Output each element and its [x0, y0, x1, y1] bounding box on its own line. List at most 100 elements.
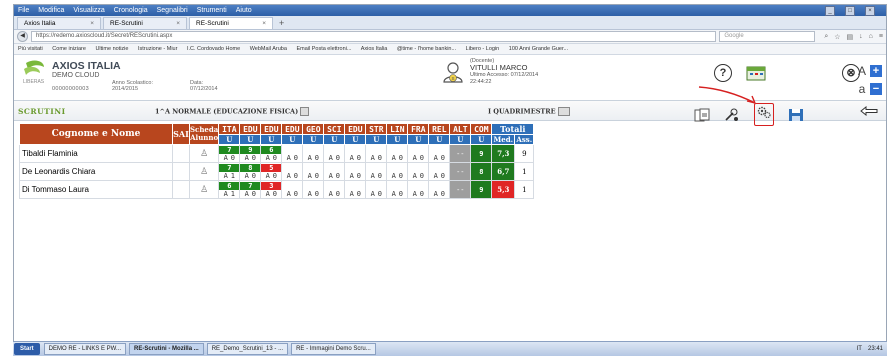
bookmark-item[interactable]: Istruzione - Miur — [138, 46, 177, 52]
search-icon[interactable]: ⌕ — [824, 33, 828, 41]
download-icon[interactable]: ↓ — [859, 33, 863, 41]
menu-cronologia[interactable]: Cronologia — [114, 7, 148, 14]
tab-re-scrutini-1[interactable]: RE-Scrutini × — [103, 17, 187, 29]
grade-cell[interactable]: A0 — [407, 144, 430, 163]
bookmark-item[interactable]: 100 Anni Grande Guer... — [509, 46, 568, 52]
grade-cell[interactable]: 3A0 — [260, 180, 283, 199]
grade-cell[interactable]: A0 — [302, 180, 325, 199]
grade-cell[interactable]: A0 — [323, 144, 346, 163]
col-subject[interactable]: LIN — [386, 123, 409, 135]
grade-cell[interactable]: A0 — [302, 162, 325, 181]
dropdown-icon[interactable] — [300, 107, 310, 116]
scheda-cell[interactable]: ♙ — [188, 144, 220, 163]
copy-doc-icon[interactable] — [694, 108, 710, 122]
grade-cell[interactable]: A0 — [428, 180, 451, 199]
menu-segnalibri[interactable]: Segnalibri — [157, 7, 188, 14]
col-subject[interactable]: GEO — [302, 123, 325, 135]
col-subject[interactable]: ALT — [449, 123, 472, 135]
student-card-icon[interactable]: ♙ — [200, 185, 208, 195]
maximize-button[interactable]: □ — [845, 6, 855, 16]
grade-cell[interactable]: 7A0 — [218, 144, 241, 163]
star-icon[interactable]: ☆ — [834, 33, 840, 41]
grade-cell[interactable]: A0 — [407, 162, 430, 181]
menu-icon[interactable]: ≡ — [879, 33, 883, 41]
grade-cell[interactable]: A0 — [428, 162, 451, 181]
help-icon[interactable]: ? — [714, 64, 732, 82]
grade-cell[interactable]: A0 — [365, 180, 388, 199]
grade-cell[interactable]: 6A1 — [218, 180, 241, 199]
grade-cell[interactable]: 5A0 — [260, 162, 283, 181]
tab-close-icon[interactable]: × — [176, 18, 180, 29]
search-input[interactable]: Google — [719, 31, 816, 42]
student-name[interactable]: Tibaldi Flaminia — [19, 144, 173, 163]
taskbar-item[interactable]: RE_Demo_Scrutini_13 - ... — [206, 343, 289, 355]
address-bar[interactable]: https://redemo.axioscloud.it/Secret/RESc… — [31, 31, 717, 42]
grade-cell[interactable]: A0 — [281, 180, 304, 199]
col-subject[interactable]: COM — [470, 123, 493, 135]
menu-aiuto[interactable]: Aiuto — [236, 7, 252, 14]
grade-cell[interactable]: 7A0 — [239, 180, 262, 199]
grade-cell[interactable]: A0 — [281, 162, 304, 181]
col-subject[interactable]: EDU — [239, 123, 262, 135]
student-name[interactable]: Di Tommaso Laura — [19, 180, 173, 199]
bookmarks-icon[interactable]: ▤ — [847, 33, 854, 41]
grade-cell[interactable]: A0 — [344, 144, 367, 163]
tab-axios-italia[interactable]: Axios Italia × — [17, 17, 101, 29]
col-subject[interactable]: EDU — [344, 123, 367, 135]
scheda-cell[interactable]: ♙ — [188, 162, 220, 181]
col-subject[interactable]: FRA — [407, 123, 430, 135]
grade-cell[interactable]: A0 — [386, 162, 409, 181]
new-tab-button[interactable]: + — [279, 18, 284, 29]
col-subject[interactable]: EDU — [260, 123, 283, 135]
minimize-button[interactable]: _ — [825, 6, 835, 16]
bookmark-item[interactable]: Ultime notizie — [95, 46, 128, 52]
class-selector[interactable]: 1^A NORMALE (EDUCAZIONE FISICA) — [155, 107, 310, 116]
col-subject[interactable]: ITA — [218, 123, 241, 135]
tab-close-icon[interactable]: × — [90, 18, 94, 29]
grade-cell[interactable]: A0 — [323, 162, 346, 181]
dropdown-icon[interactable] — [557, 107, 570, 116]
tab-re-scrutini-2[interactable]: RE-Scrutini × — [189, 17, 273, 29]
grade-cell[interactable]: A0 — [386, 180, 409, 199]
grade-cell[interactable]: 9A0 — [239, 144, 262, 163]
grade-cell[interactable]: A0 — [323, 180, 346, 199]
student-name[interactable]: De Leonardis Chiara — [19, 162, 173, 181]
back-arrow-icon[interactable] — [860, 106, 878, 116]
bookmark-item[interactable]: Come iniziare — [52, 46, 86, 52]
conduct-grade[interactable]: 9 — [470, 144, 493, 163]
grade-cell[interactable]: A0 — [386, 144, 409, 163]
home-icon[interactable]: ⌂ — [869, 33, 873, 41]
language-indicator[interactable]: IT — [857, 346, 862, 352]
conduct-grade[interactable]: 8 — [470, 162, 493, 181]
col-subject[interactable]: REL — [428, 123, 451, 135]
grade-cell[interactable]: A0 — [365, 162, 388, 181]
taskbar-item[interactable]: DEMO RE - LINKS E PW... — [43, 343, 127, 355]
bookmark-item[interactable]: Più visitati — [18, 46, 43, 52]
grade-cell[interactable]: 8A0 — [239, 162, 262, 181]
tools-icon[interactable] — [724, 108, 740, 122]
menu-file[interactable]: File — [18, 7, 29, 14]
col-name[interactable]: Cognome e Nome — [19, 123, 173, 145]
bookmark-item[interactable]: I.C. Cordovado Home — [187, 46, 240, 52]
bookmark-item[interactable]: WebMail Aruba — [250, 46, 287, 52]
grade-cell[interactable]: A0 — [344, 180, 367, 199]
student-card-icon[interactable]: ♙ — [200, 167, 208, 177]
save-icon[interactable] — [788, 108, 804, 122]
grade-cell[interactable]: A0 — [344, 162, 367, 181]
decrease-font-button[interactable]: − — [870, 83, 882, 95]
col-subject[interactable]: EDU — [281, 123, 304, 135]
calendar-icon[interactable] — [746, 65, 766, 81]
close-window-button[interactable]: × — [865, 6, 875, 16]
scheda-cell[interactable]: ♙ — [188, 180, 220, 199]
start-button[interactable]: Start — [14, 343, 40, 355]
grade-cell[interactable]: A0 — [407, 180, 430, 199]
bookmark-item[interactable]: @time - l'home bankin... — [397, 46, 456, 52]
conduct-grade[interactable]: 9 — [470, 180, 493, 199]
grade-cell[interactable]: A0 — [365, 144, 388, 163]
grade-cell[interactable]: 7A1 — [218, 162, 241, 181]
grade-cell[interactable]: 6A0 — [260, 144, 283, 163]
increase-font-button[interactable]: + — [870, 65, 882, 77]
col-subject[interactable]: SCI — [323, 123, 346, 135]
tab-close-icon[interactable]: × — [262, 18, 266, 29]
grade-cell[interactable]: A0 — [281, 144, 304, 163]
